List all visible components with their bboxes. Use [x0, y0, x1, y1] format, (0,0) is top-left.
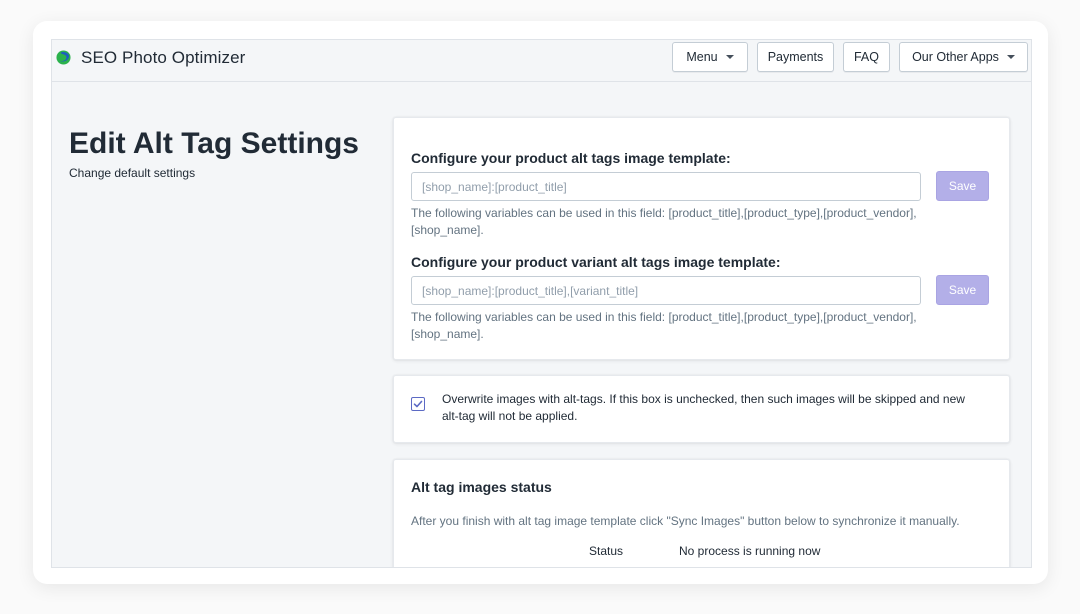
app-title: SEO Photo Optimizer	[81, 48, 246, 67]
checkmark-icon	[413, 400, 423, 408]
app-window: SEO Photo Optimizer Menu Payments FAQ Ou…	[51, 39, 1032, 568]
menu-dropdown-button[interactable]: Menu	[672, 42, 748, 72]
page-subtitle: Change default settings	[69, 166, 196, 180]
save-variant-template-button[interactable]: Save	[936, 275, 989, 305]
faq-label: FAQ	[853, 50, 879, 64]
page-title: Edit Alt Tag Settings	[69, 127, 359, 160]
other-apps-label: Our Other Apps	[912, 50, 999, 64]
payments-label: Payments	[767, 50, 824, 64]
product-template-help: The following variables can be used in t…	[411, 206, 917, 237]
other-apps-dropdown-button[interactable]: Our Other Apps	[899, 42, 1028, 72]
product-template-input[interactable]	[411, 172, 921, 201]
status-section-title: Alt tag images status	[411, 479, 552, 495]
menu-label: Menu	[686, 50, 718, 64]
faq-button[interactable]: FAQ	[843, 42, 890, 72]
brand-logo-icon	[56, 50, 71, 65]
overwrite-description: Overwrite images with alt-tags. If this …	[442, 392, 965, 423]
variant-template-label: Configure your product variant alt tags …	[411, 254, 781, 270]
variant-template-input[interactable]	[411, 276, 921, 305]
sync-status-card: Alt tag images status After you finish w…	[393, 459, 1010, 567]
template-settings-card: Configure your product alt tags image te…	[393, 117, 1010, 360]
chevron-down-icon	[1006, 55, 1015, 59]
variant-template-help: The following variables can be used in t…	[411, 310, 917, 341]
save-product-template-button[interactable]: Save	[936, 171, 989, 201]
top-bar: SEO Photo Optimizer Menu Payments FAQ Ou…	[52, 40, 1031, 82]
status-value: No process is running now	[679, 544, 821, 558]
screenshot-frame: SEO Photo Optimizer Menu Payments FAQ Ou…	[33, 21, 1048, 584]
overwrite-card: Overwrite images with alt-tags. If this …	[393, 375, 1010, 443]
payments-button[interactable]: Payments	[757, 42, 834, 72]
product-template-label: Configure your product alt tags image te…	[411, 150, 731, 166]
chevron-down-icon	[725, 55, 734, 59]
status-label: Status	[589, 544, 624, 558]
status-description: After you finish with alt tag image temp…	[411, 514, 960, 528]
overwrite-checkbox[interactable]	[411, 397, 425, 411]
